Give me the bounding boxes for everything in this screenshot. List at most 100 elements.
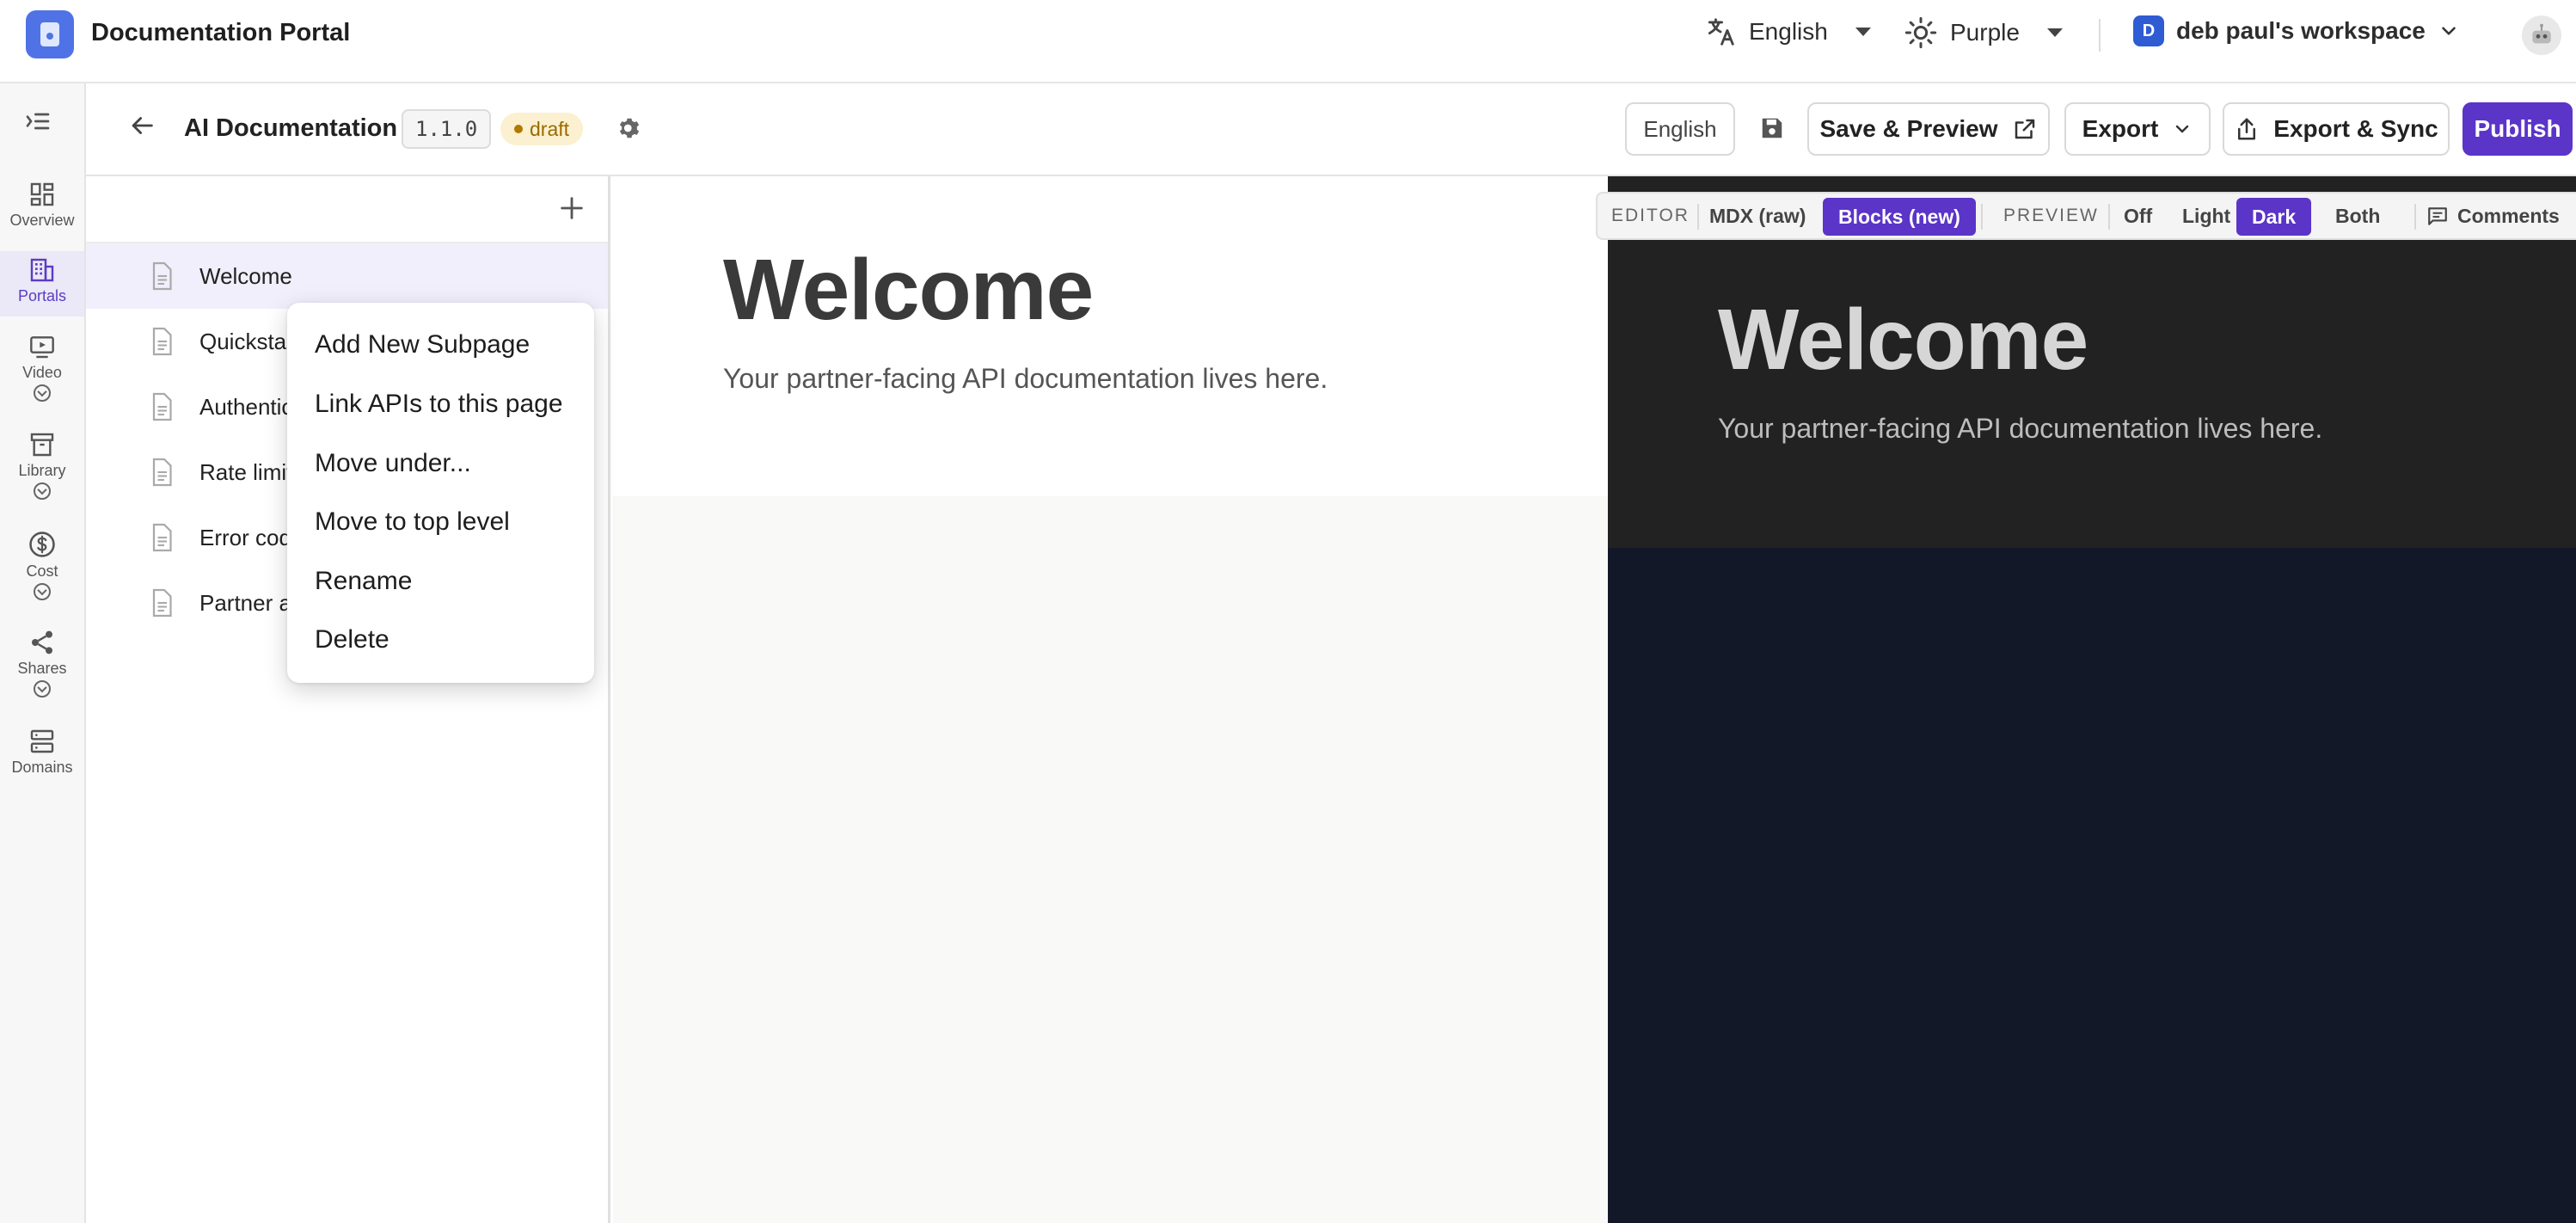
arrow-left-icon — [132, 117, 153, 134]
menu-item-add-subpage[interactable]: Add New Subpage — [315, 330, 530, 360]
gear-icon — [619, 118, 640, 138]
grid-icon — [30, 182, 54, 206]
editor-pane: Welcome Your partner-facing API document… — [613, 176, 1608, 1223]
document-title: AI Documentation — [184, 114, 398, 142]
comments-button[interactable]: Comments — [2426, 194, 2560, 238]
document-icon — [152, 261, 172, 291]
collapse-sidebar-button[interactable] — [24, 108, 52, 139]
export-button[interactable]: Export — [2064, 102, 2211, 156]
preview-dark-toggle[interactable]: Dark — [2236, 198, 2312, 236]
theme-selector[interactable]: Purple — [1904, 15, 2063, 50]
workspace-avatar: D — [2133, 15, 2164, 46]
menu-item-link-apis[interactable]: Link APIs to this page — [315, 390, 563, 419]
mode-toolbar: EDITOR MDX (raw) Blocks (new) PREVIEW Of… — [1596, 192, 2576, 240]
workspace-selector[interactable]: D deb paul's workspace — [2133, 15, 2460, 46]
external-link-icon — [2015, 119, 2034, 139]
document-icon — [152, 458, 172, 487]
caret-down-icon — [2046, 28, 2063, 37]
preview-heading: Welcome — [1718, 292, 2088, 388]
server-icon — [30, 729, 54, 753]
export-sync-button[interactable]: Export & Sync — [2223, 102, 2450, 156]
document-icon — [152, 588, 172, 618]
save-preview-label: Save & Preview — [1819, 115, 1998, 142]
divider — [2099, 19, 2101, 52]
menu-item-move-under[interactable]: Move under... — [315, 449, 471, 478]
mdx-raw-toggle[interactable]: MDX (raw) — [1709, 194, 1806, 238]
add-page-button[interactable] — [557, 194, 586, 227]
menu-item-move-top-level[interactable]: Move to top level — [315, 507, 510, 537]
preview-both-toggle[interactable]: Both — [2325, 194, 2390, 238]
blocks-toggle[interactable]: Blocks (new) — [1823, 198, 1976, 236]
document-icon — [152, 327, 172, 356]
chevron-down-icon — [34, 680, 51, 698]
save-preview-button[interactable]: Save & Preview — [1807, 102, 2050, 156]
chevron-down-icon — [2176, 125, 2189, 133]
document-header: AI Documentation 1.1.0 draft English Sav… — [86, 83, 2576, 176]
language-label: English — [1749, 18, 1828, 45]
status-label: draft — [530, 117, 570, 140]
video-icon — [30, 336, 54, 359]
rail-item-domains[interactable]: Domains — [0, 728, 84, 788]
user-avatar[interactable] — [2522, 15, 2561, 55]
settings-button[interactable] — [616, 115, 642, 145]
preview-pane: Welcome Your partner-facing API document… — [1608, 176, 2576, 1223]
archive-icon — [30, 433, 54, 457]
rail-item-shares[interactable]: Shares — [0, 629, 84, 715]
menu-collapse-icon — [26, 113, 50, 130]
export-sync-label: Export & Sync — [2273, 115, 2438, 142]
plus-icon — [561, 197, 583, 219]
divider — [2414, 204, 2416, 230]
rail-item-cost[interactable]: Cost — [0, 530, 84, 616]
menu-item-delete[interactable]: Delete — [315, 625, 389, 655]
tree-item-label: Quickstart — [199, 328, 301, 354]
workspace-name: deb paul's workspace — [2176, 17, 2426, 44]
rail-item-video[interactable]: Video — [0, 333, 84, 419]
status-badge: draft — [500, 113, 584, 145]
rail-item-library[interactable]: Library — [0, 431, 84, 517]
save-button[interactable] — [1759, 115, 1785, 145]
building-icon — [30, 258, 54, 282]
editor-block[interactable]: Welcome Your partner-facing API document… — [613, 176, 1608, 496]
preview-light-toggle[interactable]: Light — [2172, 194, 2241, 238]
language-button[interactable]: English — [1625, 102, 1735, 156]
editor-heading[interactable]: Welcome — [723, 241, 1094, 340]
upload-share-icon — [2238, 118, 2256, 140]
document-icon — [152, 523, 172, 552]
rail-item-overview[interactable]: Overview — [0, 181, 84, 241]
document-icon — [152, 392, 172, 421]
app-logo[interactable] — [26, 10, 74, 58]
preview-paragraph: Your partner-facing API documentation li… — [1718, 413, 2323, 444]
comment-icon — [2428, 207, 2447, 225]
divider — [2108, 204, 2110, 230]
share-icon — [32, 630, 52, 655]
caret-down-icon — [1855, 28, 1871, 36]
chevron-down-icon — [34, 384, 51, 402]
page-context-menu: Add New Subpage Link APIs to this page M… — [287, 303, 594, 683]
version-badge: 1.1.0 — [402, 109, 492, 149]
divider — [1981, 204, 1983, 230]
theme-label: Purple — [1950, 19, 2020, 46]
top-bar: Documentation Portal English Purple D de… — [0, 0, 2576, 83]
floppy-disk-icon — [1762, 118, 1782, 138]
sun-icon — [1904, 16, 1937, 49]
translate-icon — [1708, 18, 1734, 46]
preview-off-toggle[interactable]: Off — [2113, 194, 2162, 238]
app-title: Documentation Portal — [91, 19, 351, 46]
robot-icon — [2532, 23, 2551, 44]
dollar-icon — [29, 532, 55, 557]
icon-rail: Overview Portals Video Library Cost Shar… — [0, 83, 86, 1223]
comments-label: Comments — [2457, 204, 2560, 227]
publish-button[interactable]: Publish — [2463, 102, 2573, 156]
back-button[interactable] — [127, 111, 156, 144]
editor-mode-caption: EDITOR — [1611, 206, 1690, 225]
chevron-down-icon — [34, 583, 51, 600]
status-dot — [514, 125, 523, 133]
export-label: Export — [2082, 115, 2159, 142]
language-selector[interactable]: English — [1704, 15, 1871, 48]
chevron-down-icon — [34, 482, 51, 500]
tree-item-welcome[interactable]: Welcome — [86, 243, 608, 309]
tree-item-label: Welcome — [199, 262, 292, 289]
menu-item-rename[interactable]: Rename — [315, 567, 412, 596]
rail-item-portals[interactable]: Portals — [0, 251, 84, 317]
editor-paragraph[interactable]: Your partner-facing API documentation li… — [723, 363, 1328, 395]
